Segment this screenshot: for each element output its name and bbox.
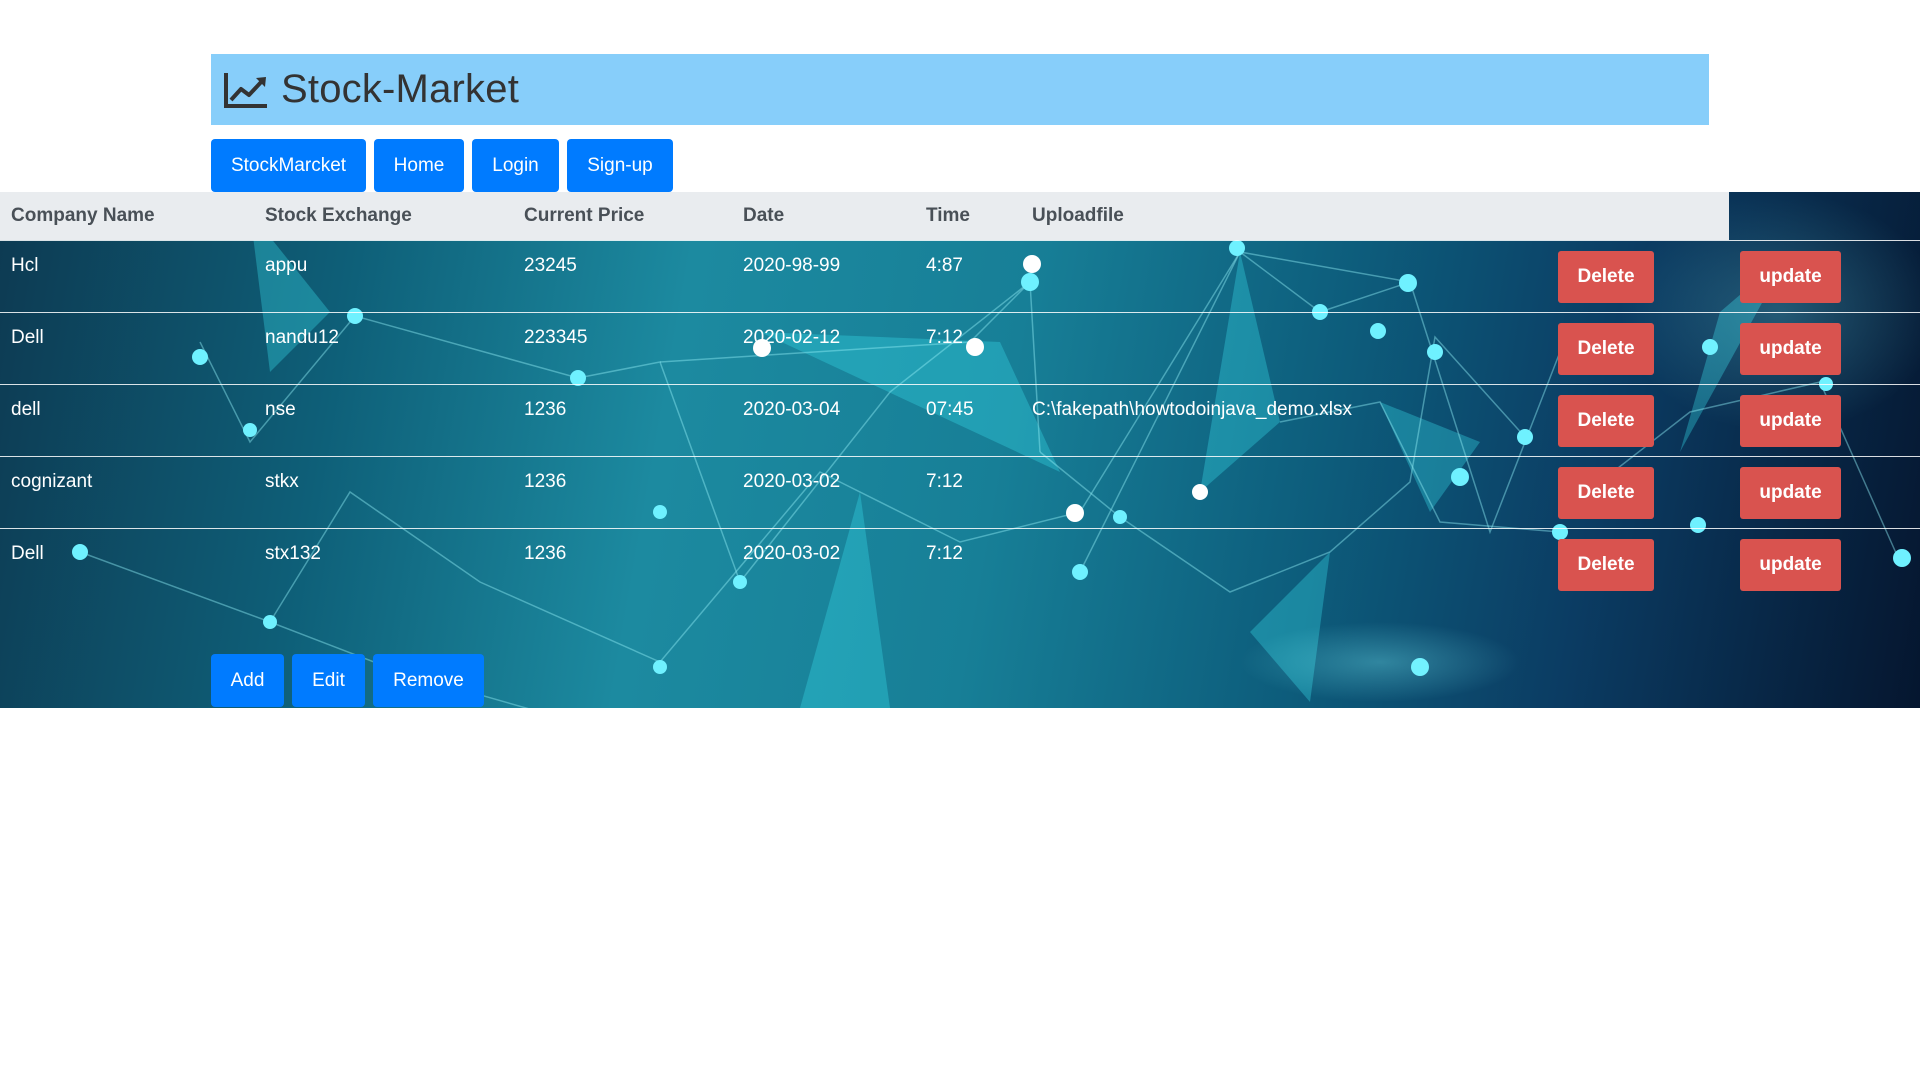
column-header-price: Current Price (524, 205, 645, 226)
column-header-uploadfile: Uploadfile (1032, 205, 1124, 226)
column-header-time: Time (926, 205, 971, 226)
update-button[interactable]: update (1740, 323, 1841, 375)
cell-exchange: nandu12 (265, 327, 339, 348)
cell-date: 2020-03-02 (743, 543, 841, 564)
delete-button[interactable]: Delete (1558, 251, 1654, 303)
cell-time: 4:87 (926, 255, 963, 276)
table-row: Hcl appu 23245 2020-98-99 4:87 Delete up… (0, 240, 1920, 312)
table-row: dell nse 1236 2020-03-04 07:45 C:\fakepa… (0, 384, 1920, 456)
update-button[interactable]: update (1740, 395, 1841, 447)
top-nav: StockMarcket Home Login Sign-up (211, 139, 673, 192)
table-row: cognizant stkx 1236 2020-03-02 7:12 Dele… (0, 456, 1920, 528)
nav-signup-button[interactable]: Sign-up (567, 139, 673, 192)
delete-button[interactable]: Delete (1558, 467, 1654, 519)
update-button[interactable]: update (1740, 539, 1841, 591)
cell-date: 2020-98-99 (743, 255, 841, 276)
delete-button[interactable]: Delete (1558, 395, 1654, 447)
nav-login-button[interactable]: Login (472, 139, 559, 192)
chart-line-icon (223, 71, 269, 109)
stock-table-panel: Company Name Stock Exchange Current Pric… (0, 192, 1920, 708)
table-header: Company Name Stock Exchange Current Pric… (0, 192, 1729, 240)
edit-button[interactable]: Edit (292, 654, 365, 707)
column-header-date: Date (743, 205, 785, 226)
cell-uploadfile: C:\fakepath\howtodoinjava_demo.xlsx (1032, 399, 1353, 420)
cell-price: 1236 (524, 543, 567, 564)
cell-date: 2020-03-02 (743, 471, 841, 492)
cell-time: 7:12 (926, 327, 963, 348)
column-header-exchange: Stock Exchange (265, 205, 412, 226)
table-actions: Add Edit Remove (211, 654, 484, 707)
cell-date: 2020-02-12 (743, 327, 841, 348)
page-title: Stock-Market (281, 67, 520, 111)
cell-price: 223345 (524, 327, 588, 348)
cell-company: cognizant (11, 471, 93, 492)
delete-button[interactable]: Delete (1558, 539, 1654, 591)
cell-company: dell (11, 399, 41, 420)
cell-date: 2020-03-04 (743, 399, 841, 420)
update-button[interactable]: update (1740, 467, 1841, 519)
cell-price: 1236 (524, 471, 567, 492)
cell-time: 7:12 (926, 543, 963, 564)
cell-exchange: nse (265, 399, 296, 420)
remove-button[interactable]: Remove (373, 654, 484, 707)
cell-time: 7:12 (926, 471, 963, 492)
cell-company: Dell (11, 543, 44, 564)
cell-exchange: stx132 (265, 543, 321, 564)
cell-price: 1236 (524, 399, 567, 420)
cell-company: Dell (11, 327, 44, 348)
cell-company: Hcl (11, 255, 39, 276)
nav-home-button[interactable]: Home (374, 139, 464, 192)
column-header-company: Company Name (11, 205, 155, 226)
delete-button[interactable]: Delete (1558, 323, 1654, 375)
cell-exchange: stkx (265, 471, 299, 492)
app-header: Stock-Market (211, 54, 1709, 125)
cell-price: 23245 (524, 255, 577, 276)
table-row: Dell stx132 1236 2020-03-02 7:12 Delete … (0, 528, 1920, 600)
table-row: Dell nandu12 223345 2020-02-12 7:12 Dele… (0, 312, 1920, 384)
cell-exchange: appu (265, 255, 308, 276)
cell-time: 07:45 (926, 399, 974, 420)
update-button[interactable]: update (1740, 251, 1841, 303)
add-button[interactable]: Add (211, 654, 284, 707)
nav-stockmarket-button[interactable]: StockMarcket (211, 139, 366, 192)
